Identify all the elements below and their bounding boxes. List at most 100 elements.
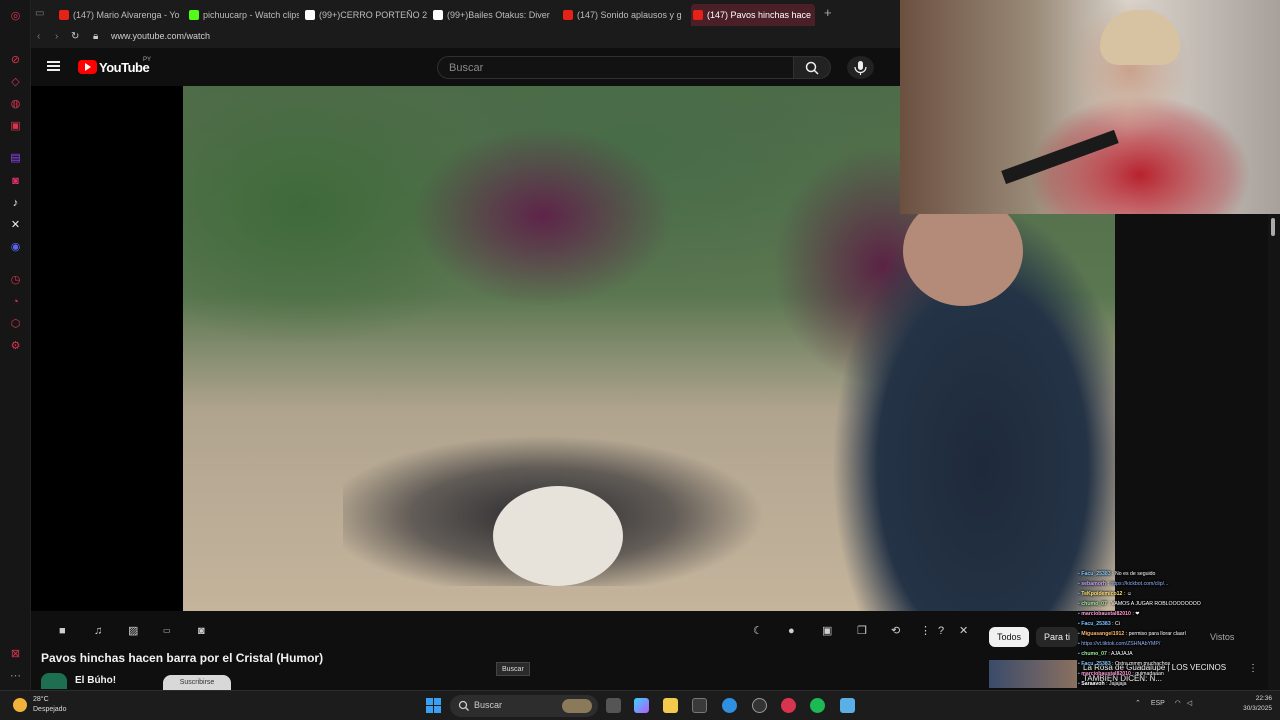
search-input[interactable] xyxy=(438,57,793,78)
close-icon[interactable]: ✕ xyxy=(959,625,968,637)
tab-menu-icon[interactable]: ▭ xyxy=(35,8,44,19)
chat-username: TeKpoidemico12 xyxy=(1081,591,1123,597)
chat-text: VAMOS A JUGAR ROBLOOOOOOOO xyxy=(1111,601,1201,607)
settings-gear-icon[interactable]: ⚙ xyxy=(9,340,22,353)
subscribe-button[interactable]: Suscribirse xyxy=(163,675,231,690)
windows-taskbar: 28°C Despejado Buscar ⌃ ESP ◠ ◁ 22:36 30… xyxy=(0,690,1280,720)
notepad-icon[interactable] xyxy=(840,698,855,713)
hamburger-menu-icon[interactable] xyxy=(47,61,60,71)
streamer-webcam-overlay xyxy=(900,0,1280,214)
browser-tab[interactable]: (147) Mario Alvarenga - Yo xyxy=(57,4,181,26)
copy-icon[interactable]: ❐ xyxy=(857,625,867,637)
gx-control-icon[interactable]: ⊠ xyxy=(9,648,22,661)
country-code: PY xyxy=(143,57,152,63)
channel-avatar[interactable] xyxy=(41,673,67,689)
chip-para-ti[interactable]: Para ti xyxy=(1036,627,1079,647)
copilot-icon[interactable] xyxy=(634,698,649,713)
search-tooltip: Buscar xyxy=(496,662,530,676)
new-tab-button[interactable]: + xyxy=(824,5,832,20)
browser-tab[interactable]: (99+)Bailes Otakus: Diver xyxy=(431,4,557,26)
weather-widget[interactable]: 28°C Despejado xyxy=(33,695,66,715)
extensions-icon[interactable]: ⬡ xyxy=(9,318,22,331)
tiktok-icon[interactable]: ♪ xyxy=(9,197,22,210)
chat-text[interactable]: https://kickbot.com/clip/... xyxy=(1110,581,1168,587)
browser-tab-bar: ▭ (147) Mario Alvarenga - Yo pichuucarp … xyxy=(31,0,900,28)
aria-icon[interactable]: ⊘ xyxy=(9,54,22,67)
camera-icon[interactable]: ■ xyxy=(59,625,66,637)
chat-message: ▪ Miguasangel1912 : permiso para llorar … xyxy=(1078,631,1186,637)
dark-mode-icon[interactable]: ☾ xyxy=(753,625,763,637)
voice-search-button[interactable] xyxy=(847,56,874,79)
wifi-icon[interactable]: ◠ xyxy=(1175,700,1181,707)
chat-message: ▪ Facu_25383 : Ci xyxy=(1078,621,1120,627)
chat-username: chumo_07 xyxy=(1081,651,1107,657)
opera-gx-icon[interactable] xyxy=(781,698,796,713)
lightbulb-icon[interactable]: ● xyxy=(788,625,795,637)
chat-text[interactable]: https://vt.tiktok.com/ZSHNAbYMP/ xyxy=(1081,641,1160,647)
chat-message: ▪ Facu_25383 : No es de seguido xyxy=(1078,571,1156,577)
music-note-icon[interactable]: ♫ xyxy=(94,625,102,637)
chat-message: ▪ chumo_07 : VAMOS A JUGAR ROBLOOOOOOOO xyxy=(1078,601,1201,607)
browser-tab[interactable]: pichuucarp - Watch clips xyxy=(187,4,299,26)
youtube-logo-icon[interactable] xyxy=(78,60,97,74)
weather-desc: Despejado xyxy=(33,706,67,713)
tray-expand-icon[interactable]: ⌃ xyxy=(1135,700,1141,707)
search-button[interactable] xyxy=(794,56,831,79)
loop-icon[interactable]: ⟲ xyxy=(891,625,900,637)
youtube-favicon-icon xyxy=(59,10,69,20)
url-text[interactable]: www.youtube.com/watch xyxy=(111,31,210,41)
windows-start-icon[interactable] xyxy=(426,698,441,713)
vk-icon[interactable]: ▣ xyxy=(9,120,22,133)
youtube-brand-text[interactable]: YouTube xyxy=(99,60,150,75)
messenger-icon[interactable]: ◍ xyxy=(9,98,22,111)
recommendation-thumbnail[interactable] xyxy=(989,660,1077,688)
more-vertical-icon[interactable]: ⋮ xyxy=(920,625,931,637)
edge-browser-icon[interactable] xyxy=(722,698,737,713)
tray-lang[interactable]: ESP xyxy=(1151,700,1165,707)
opera-logo-icon[interactable]: ◎ xyxy=(9,10,22,23)
weather-moon-icon[interactable] xyxy=(13,698,27,712)
taskbar-clock[interactable]: 22:36 30/3/2025 xyxy=(1228,694,1272,714)
task-view-icon[interactable] xyxy=(606,698,621,713)
microsoft-store-icon[interactable] xyxy=(692,698,707,713)
taskbar-search[interactable]: Buscar xyxy=(450,695,598,717)
video-title: Pavos hinchas hacen barra por el Cristal… xyxy=(41,651,324,665)
browser-side-rail: ◎ ⊘ ◇ ◍ ▣ ▤ ◙ ♪ ✕ ◉ ◷ ◔ ⬡ ⚙ ⊠ ⋯ xyxy=(0,0,31,690)
chat-text: permiso para llorar claarI xyxy=(1128,631,1186,637)
crypto-wallet-icon[interactable]: ◇ xyxy=(9,76,22,89)
file-explorer-icon[interactable] xyxy=(663,698,678,713)
reload-icon[interactable]: ↻ xyxy=(71,31,79,42)
tiktok-favicon-icon xyxy=(305,10,315,20)
address-bar: ‹ › ↻ 🔒︎ www.youtube.com/watch xyxy=(31,28,900,48)
browser-tab[interactable]: (147) Sonido aplausos y g xyxy=(561,4,686,26)
browser-tab[interactable]: (99+)CERRO PORTEÑO 2 xyxy=(303,4,427,26)
steam-icon[interactable] xyxy=(752,698,767,713)
scrollbar-thumb[interactable] xyxy=(1271,218,1275,236)
instagram-icon[interactable]: ◙ xyxy=(9,175,22,188)
speaker-icon[interactable]: ◁ xyxy=(1187,700,1192,707)
chat-message: ▪ Saraavoh : Jajajaja xyxy=(1078,681,1127,687)
screenshot-icon[interactable]: ◙ xyxy=(198,625,205,637)
history-icon[interactable]: ◷ xyxy=(9,274,22,287)
captions-icon[interactable]: ▭ xyxy=(163,625,171,637)
browser-tab-active[interactable]: (147) Pavos hinchas hace xyxy=(691,4,815,26)
kick-favicon-icon xyxy=(189,10,199,20)
spotify-icon[interactable] xyxy=(810,698,825,713)
image-icon[interactable]: ▨ xyxy=(128,625,138,637)
help-icon[interactable]: ? xyxy=(938,625,944,637)
x-twitter-icon[interactable]: ✕ xyxy=(9,219,22,232)
chip-todos[interactable]: Todos xyxy=(989,627,1030,647)
chat-username: Miguasangel1912 xyxy=(1081,631,1125,637)
twitch-icon[interactable]: ▤ xyxy=(9,152,22,165)
forward-arrow-icon[interactable]: › xyxy=(55,31,58,42)
channel-name[interactable]: El Búho! xyxy=(75,675,116,686)
picture-in-picture-icon[interactable]: ▣ xyxy=(822,625,832,637)
search-box[interactable] xyxy=(437,56,794,79)
discord-icon[interactable]: ◉ xyxy=(9,241,22,254)
system-tray[interactable]: ⌃ ESP ◠ ◁ xyxy=(1135,699,1192,707)
chat-message: ▪ marciobaustal82010 : ❤ xyxy=(1078,611,1140,617)
more-dots-icon[interactable]: ⋯ xyxy=(9,670,22,683)
chat-text: ❤ xyxy=(1135,611,1140,617)
back-arrow-icon[interactable]: ‹ xyxy=(37,31,40,42)
clock-icon[interactable]: ◔ xyxy=(9,296,22,309)
